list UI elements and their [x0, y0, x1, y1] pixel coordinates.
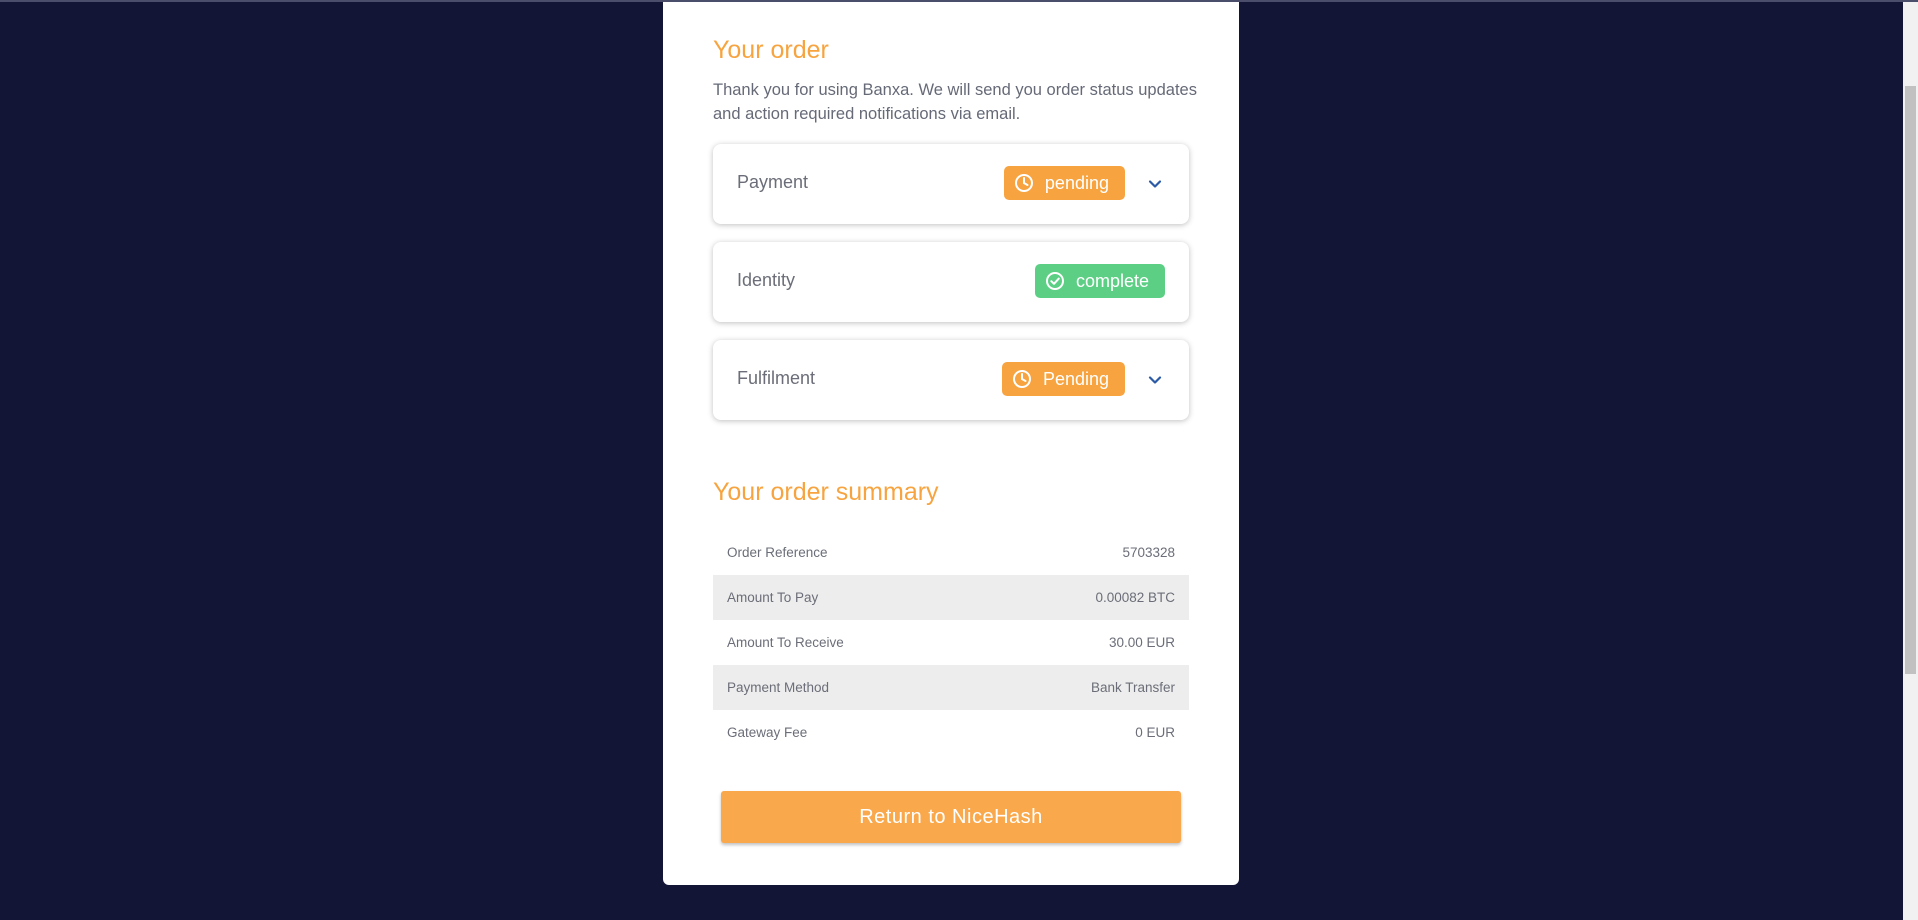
summary-row-label: Order Reference	[727, 545, 828, 560]
summary-row-value: 0 EUR	[1135, 725, 1175, 740]
summary-row-label: Amount To Receive	[727, 635, 844, 650]
order-title: Your order	[713, 36, 829, 64]
chevron-down-icon[interactable]	[1147, 176, 1163, 192]
summary-row-value: Bank Transfer	[1090, 680, 1175, 695]
summary-row-payment-method: Payment Method Bank Transfer	[713, 665, 1189, 710]
order-card: Your order Thank you for using Banxa. We…	[663, 2, 1239, 885]
status-card-identity: Identity complete	[713, 242, 1189, 322]
status-label-identity: Identity	[737, 270, 796, 290]
summary-row-value: 30.00 EUR	[1108, 635, 1175, 650]
status-badge-text: pending	[1044, 172, 1109, 193]
order-intro-text: Thank you for using Banxa. We will send …	[713, 81, 1197, 123]
summary-row-value: 0.00082 BTC	[1095, 590, 1175, 605]
status-card-fulfilment[interactable]: Fulfilment Pending	[713, 340, 1189, 420]
status-label-payment: Payment	[737, 172, 809, 192]
chevron-down-icon[interactable]	[1147, 372, 1163, 388]
summary-row-label: Gateway Fee	[727, 725, 808, 740]
return-to-nicehash-button[interactable]: Return to NiceHash	[721, 791, 1181, 843]
status-badge-payment: pending	[1003, 166, 1125, 200]
check-circle-icon	[1045, 271, 1065, 291]
status-badge-text: Pending	[1042, 368, 1109, 389]
status-card-payment[interactable]: Payment pending	[713, 144, 1189, 224]
summary-row-amount-to-receive: Amount To Receive 30.00 EUR	[713, 620, 1189, 665]
summary-row-order-reference: Order Reference 5703328	[713, 530, 1189, 575]
clock-icon	[1012, 369, 1032, 389]
clock-icon	[1014, 173, 1034, 193]
order-summary-table: Order Reference 5703328 Amount To Pay 0.…	[713, 530, 1189, 755]
status-badge-identity: complete	[1034, 264, 1165, 298]
status-label-fulfilment: Fulfilment	[737, 368, 816, 388]
summary-row-label: Amount To Pay	[727, 590, 819, 605]
summary-title: Your order summary	[713, 478, 939, 506]
summary-row-gateway-fee: Gateway Fee 0 EUR	[713, 710, 1189, 755]
summary-row-label: Payment Method	[727, 680, 830, 695]
summary-row-amount-to-pay: Amount To Pay 0.00082 BTC	[713, 575, 1189, 620]
page-scrollbar[interactable]	[1903, 2, 1918, 920]
status-badge-text: complete	[1075, 270, 1149, 291]
status-badge-fulfilment: Pending	[1001, 362, 1125, 396]
summary-row-value: 5703328	[1122, 545, 1175, 560]
scrollbar-thumb[interactable]	[1905, 86, 1916, 674]
